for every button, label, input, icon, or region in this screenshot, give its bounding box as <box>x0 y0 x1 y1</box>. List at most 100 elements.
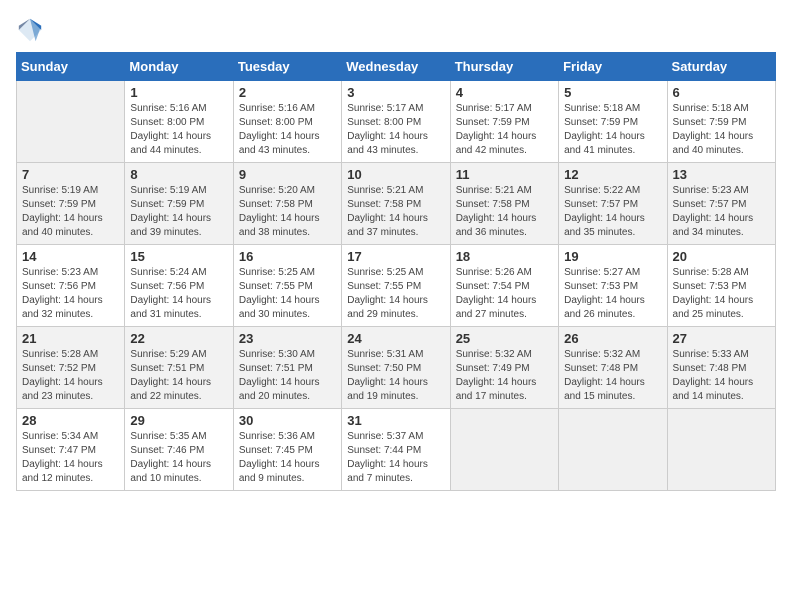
header-thursday: Thursday <box>450 53 558 81</box>
day-info: Sunrise: 5:27 AMSunset: 7:53 PMDaylight:… <box>564 266 661 322</box>
calendar-cell: 23Sunrise: 5:30 AMSunset: 7:51 PMDayligh… <box>233 327 341 409</box>
calendar-cell: 30 Sunrise: 5:36 AMSunset: 7:45 PMDayligh… <box>233 409 341 491</box>
day-info: Sunrise: 5:16 AMSunset: 8:00 PMDaylight:… <box>239 102 336 158</box>
day-number: 1 <box>130 85 227 100</box>
header <box>16 16 776 44</box>
calendar-cell: 8 Sunrise: 5:19 AMSunset: 7:59 PMDaylight… <box>125 163 233 245</box>
day-info: Sunrise: 5:36 AMSunset: 7:45 PMDaylight:… <box>239 430 336 486</box>
header-saturday: Saturday <box>667 53 775 81</box>
day-number: 2 <box>239 85 336 100</box>
calendar-cell: 11 Sunrise: 5:21 AMSunset: 7:58 PMDayligh… <box>450 163 558 245</box>
day-info: Sunrise: 5:34 AMSunset: 7:47 PMDaylight:… <box>22 430 119 486</box>
calendar-cell: 6 Sunrise: 5:18 AMSunset: 7:59 PMDaylight… <box>667 81 775 163</box>
day-number: 21 <box>22 331 119 346</box>
calendar-cell: 4 Sunrise: 5:17 AMSunset: 7:59 PMDaylight… <box>450 81 558 163</box>
day-number: 10 <box>347 167 444 182</box>
day-info: Sunrise: 5:19 AMSunset: 7:59 PMDaylight:… <box>130 184 227 240</box>
week-row-3: 14 Sunrise: 5:23 AMSunset: 7:56 PMDayligh… <box>17 245 776 327</box>
day-number: 5 <box>564 85 661 100</box>
week-row-4: 21 Sunrise: 5:28 AMSunset: 7:52 PMDayligh… <box>17 327 776 409</box>
day-info: Sunrise: 5:18 AMSunset: 7:59 PMDaylight:… <box>564 102 661 158</box>
calendar-cell: 25 Sunrise: 5:32 AMSunset: 7:49 PMDayligh… <box>450 327 558 409</box>
calendar-table: SundayMondayTuesdayWednesdayThursdayFrid… <box>16 52 776 491</box>
calendar-cell: 5 Sunrise: 5:18 AMSunset: 7:59 PMDaylight… <box>559 81 667 163</box>
day-number: 16 <box>239 249 336 264</box>
calendar-cell <box>450 409 558 491</box>
day-info: Sunrise: 5:23 AMSunset: 7:57 PMDaylight:… <box>673 184 770 240</box>
day-info: Sunrise: 5:32 AMSunset: 7:49 PMDaylight:… <box>456 348 553 404</box>
day-info: Sunrise: 5:25 AMSunset: 7:55 PMDaylight:… <box>347 266 444 322</box>
calendar-cell: 26Sunrise: 5:32 AMSunset: 7:48 PMDayligh… <box>559 327 667 409</box>
calendar-cell: 3 Sunrise: 5:17 AMSunset: 8:00 PMDaylight… <box>342 81 450 163</box>
calendar-cell: 12 Sunrise: 5:22 AMSunset: 7:57 PMDayligh… <box>559 163 667 245</box>
week-row-2: 7 Sunrise: 5:19 AMSunset: 7:59 PMDaylight… <box>17 163 776 245</box>
day-info: Sunrise: 5:23 AMSunset: 7:56 PMDaylight:… <box>22 266 119 322</box>
day-info: Sunrise: 5:19 AMSunset: 7:59 PMDaylight:… <box>22 184 119 240</box>
day-number: 9 <box>239 167 336 182</box>
day-info: Sunrise: 5:26 AMSunset: 7:54 PMDaylight:… <box>456 266 553 322</box>
day-number: 20 <box>673 249 770 264</box>
day-number: 25 <box>456 331 553 346</box>
day-number: 7 <box>22 167 119 182</box>
day-info: Sunrise: 5:33 AMSunset: 7:48 PMDaylight:… <box>673 348 770 404</box>
day-number: 15 <box>130 249 227 264</box>
header-wednesday: Wednesday <box>342 53 450 81</box>
header-row: SundayMondayTuesdayWednesdayThursdayFrid… <box>17 53 776 81</box>
calendar-cell: 14 Sunrise: 5:23 AMSunset: 7:56 PMDayligh… <box>17 245 125 327</box>
calendar-cell: 31Sunrise: 5:37 AMSunset: 7:44 PMDayligh… <box>342 409 450 491</box>
week-row-5: 28 Sunrise: 5:34 AMSunset: 7:47 PMDayligh… <box>17 409 776 491</box>
calendar-cell: 29 Sunrise: 5:35 AMSunset: 7:46 PMDayligh… <box>125 409 233 491</box>
calendar-cell: 28 Sunrise: 5:34 AMSunset: 7:47 PMDayligh… <box>17 409 125 491</box>
header-monday: Monday <box>125 53 233 81</box>
calendar-cell: 27Sunrise: 5:33 AMSunset: 7:48 PMDayligh… <box>667 327 775 409</box>
calendar-cell: 9 Sunrise: 5:20 AMSunset: 7:58 PMDaylight… <box>233 163 341 245</box>
day-number: 6 <box>673 85 770 100</box>
calendar-cell: 22 Sunrise: 5:29 AMSunset: 7:51 PMDayligh… <box>125 327 233 409</box>
day-number: 11 <box>456 167 553 182</box>
day-number: 13 <box>673 167 770 182</box>
day-number: 30 <box>239 413 336 428</box>
day-info: Sunrise: 5:16 AMSunset: 8:00 PMDaylight:… <box>130 102 227 158</box>
calendar-cell <box>17 81 125 163</box>
day-number: 28 <box>22 413 119 428</box>
day-info: Sunrise: 5:31 AMSunset: 7:50 PMDaylight:… <box>347 348 444 404</box>
day-info: Sunrise: 5:21 AMSunset: 7:58 PMDaylight:… <box>347 184 444 240</box>
calendar-cell: 16 Sunrise: 5:25 AMSunset: 7:55 PMDayligh… <box>233 245 341 327</box>
calendar-cell: 20 Sunrise: 5:28 AMSunset: 7:53 PMDayligh… <box>667 245 775 327</box>
calendar-cell: 17Sunrise: 5:25 AMSunset: 7:55 PMDayligh… <box>342 245 450 327</box>
day-number: 24 <box>347 331 444 346</box>
header-tuesday: Tuesday <box>233 53 341 81</box>
calendar-cell: 18Sunrise: 5:26 AMSunset: 7:54 PMDayligh… <box>450 245 558 327</box>
calendar-cell <box>559 409 667 491</box>
day-info: Sunrise: 5:20 AMSunset: 7:58 PMDaylight:… <box>239 184 336 240</box>
calendar-cell: 21 Sunrise: 5:28 AMSunset: 7:52 PMDayligh… <box>17 327 125 409</box>
day-number: 3 <box>347 85 444 100</box>
calendar-cell: 7 Sunrise: 5:19 AMSunset: 7:59 PMDaylight… <box>17 163 125 245</box>
day-number: 19 <box>564 249 661 264</box>
day-info: Sunrise: 5:17 AMSunset: 7:59 PMDaylight:… <box>456 102 553 158</box>
logo-icon <box>16 16 44 44</box>
day-number: 8 <box>130 167 227 182</box>
day-info: Sunrise: 5:24 AMSunset: 7:56 PMDaylight:… <box>130 266 227 322</box>
calendar-cell: 2 Sunrise: 5:16 AMSunset: 8:00 PMDaylight… <box>233 81 341 163</box>
header-sunday: Sunday <box>17 53 125 81</box>
day-number: 4 <box>456 85 553 100</box>
day-number: 12 <box>564 167 661 182</box>
calendar-cell: 19 Sunrise: 5:27 AMSunset: 7:53 PMDayligh… <box>559 245 667 327</box>
day-number: 22 <box>130 331 227 346</box>
day-info: Sunrise: 5:28 AMSunset: 7:52 PMDaylight:… <box>22 348 119 404</box>
day-info: Sunrise: 5:28 AMSunset: 7:53 PMDaylight:… <box>673 266 770 322</box>
day-number: 14 <box>22 249 119 264</box>
day-info: Sunrise: 5:21 AMSunset: 7:58 PMDaylight:… <box>456 184 553 240</box>
day-number: 29 <box>130 413 227 428</box>
day-info: Sunrise: 5:25 AMSunset: 7:55 PMDaylight:… <box>239 266 336 322</box>
day-info: Sunrise: 5:17 AMSunset: 8:00 PMDaylight:… <box>347 102 444 158</box>
day-info: Sunrise: 5:29 AMSunset: 7:51 PMDaylight:… <box>130 348 227 404</box>
calendar-cell: 1 Sunrise: 5:16 AMSunset: 8:00 PMDaylight… <box>125 81 233 163</box>
day-number: 31 <box>347 413 444 428</box>
day-info: Sunrise: 5:22 AMSunset: 7:57 PMDaylight:… <box>564 184 661 240</box>
calendar-cell: 13 Sunrise: 5:23 AMSunset: 7:57 PMDayligh… <box>667 163 775 245</box>
day-number: 23 <box>239 331 336 346</box>
day-info: Sunrise: 5:18 AMSunset: 7:59 PMDaylight:… <box>673 102 770 158</box>
day-info: Sunrise: 5:35 AMSunset: 7:46 PMDaylight:… <box>130 430 227 486</box>
